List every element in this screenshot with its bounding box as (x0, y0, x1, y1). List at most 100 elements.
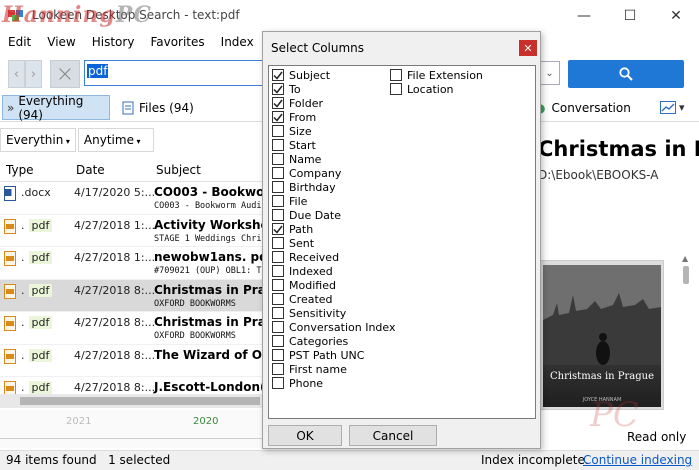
column-option-location[interactable]: Location (390, 82, 483, 96)
column-date[interactable]: Date (70, 160, 150, 181)
checkbox-label: Categories (289, 334, 349, 348)
column-option-categories[interactable]: Categories (272, 334, 396, 348)
column-option-path[interactable]: Path (272, 222, 396, 236)
search-input[interactable]: pdf (84, 60, 264, 86)
checkbox-icon[interactable] (272, 321, 284, 333)
column-option-to[interactable]: To (272, 82, 396, 96)
results-horizontal-scrollbar[interactable] (0, 394, 262, 408)
table-row-selected[interactable]: .pdf 4/27/2018 8:... Christmas in Prague… (0, 279, 262, 312)
checkbox-icon[interactable] (272, 251, 284, 263)
column-option-sensitivity[interactable]: Sensitivity (272, 306, 396, 320)
checkbox-icon[interactable] (272, 153, 284, 165)
checkbox-icon[interactable] (272, 335, 284, 347)
table-row[interactable]: . pdf 4/27/2018 1:... newobw1ans. pdf #70… (0, 247, 262, 280)
column-option-name[interactable]: Name (272, 152, 396, 166)
column-option-start[interactable]: Start (272, 138, 396, 152)
checkbox-icon[interactable] (272, 349, 284, 361)
menu-history[interactable]: History (84, 31, 143, 55)
pdf-file-icon (4, 348, 16, 364)
clear-search-button[interactable]: × (50, 60, 80, 88)
column-option-file-extension[interactable]: File Extension (390, 68, 483, 82)
checkbox-icon[interactable] (272, 139, 284, 151)
column-option-subject[interactable]: Subject (272, 68, 396, 82)
column-type[interactable]: Type (0, 160, 70, 181)
cancel-button[interactable]: Cancel (349, 425, 437, 446)
checkbox-icon[interactable] (272, 307, 284, 319)
table-row[interactable]: .pdf 4/27/2018 8:... The Wizard of Oz [2 (0, 345, 262, 377)
column-option-pst-path-unc[interactable]: PST Path UNC (272, 348, 396, 362)
chevron-down-icon: ▾ (133, 137, 141, 146)
menu-edit[interactable]: Edit (0, 31, 39, 55)
continue-indexing-link[interactable]: Continue indexing (583, 453, 692, 467)
chevron-down-icon: ⌄ (545, 67, 554, 79)
table-row[interactable]: .pdf 4/27/2018 8:... Christmas in Prague… (0, 312, 262, 345)
checkbox-icon[interactable] (272, 363, 284, 375)
timeline[interactable]: 2021 2020 (0, 410, 262, 448)
column-option-folder[interactable]: Folder (272, 96, 396, 110)
column-option-sent[interactable]: Sent (272, 236, 396, 250)
checkbox-icon[interactable] (272, 293, 284, 305)
scrollbar-thumb[interactable] (20, 397, 260, 405)
tab-everything[interactable]: » Everything (94) (2, 94, 110, 122)
column-option-indexed[interactable]: Indexed (272, 264, 396, 278)
read-only-label: Read only (627, 430, 687, 444)
column-option-phone[interactable]: Phone (272, 376, 396, 390)
tab-files[interactable]: Files (94) (122, 95, 194, 120)
checkbox-icon[interactable] (272, 265, 284, 277)
checkbox-checked-icon[interactable] (272, 97, 284, 109)
checkbox-icon[interactable] (390, 83, 402, 95)
type-filter-dropdown[interactable]: Everythin ▾ (0, 128, 76, 152)
menu-index[interactable]: Index (213, 31, 262, 55)
checkbox-checked-icon[interactable] (272, 83, 284, 95)
scroll-up-icon[interactable]: ▲ (682, 254, 688, 263)
column-option-created[interactable]: Created (272, 292, 396, 306)
checkbox-checked-icon[interactable] (272, 223, 284, 235)
minimize-icon[interactable]: — (561, 0, 607, 31)
checkbox-label: First name (289, 362, 347, 376)
column-option-size[interactable]: Size (272, 124, 396, 138)
search-history-dropdown[interactable]: ⌄ (540, 61, 560, 85)
maximize-icon[interactable]: ☐ (607, 0, 653, 31)
preview-vertical-scrollbar[interactable]: ▲ (682, 254, 690, 412)
tab-conversation[interactable]: ● Conversation (535, 95, 631, 120)
column-subject[interactable]: Subject (150, 160, 207, 181)
column-option-from[interactable]: From (272, 110, 396, 124)
table-row[interactable]: .pdf 4/27/2018 8:... J.Escott-London(O (0, 377, 262, 394)
close-icon[interactable]: ✕ (653, 0, 699, 31)
column-option-company[interactable]: Company (272, 166, 396, 180)
checkbox-icon[interactable] (272, 181, 284, 193)
column-option-modified[interactable]: Modified (272, 278, 396, 292)
table-row[interactable]: .pdf 4/27/2018 1:... Activity Workshee S… (0, 215, 262, 247)
scrollbar-thumb[interactable] (683, 266, 689, 284)
columns-checkbox-list: Subject To Folder From Size Start Name Company B… (268, 65, 536, 419)
checkbox-icon[interactable] (272, 195, 284, 207)
ok-button[interactable]: OK (268, 425, 342, 446)
dialog-close-button[interactable]: ✕ (519, 40, 537, 56)
view-options-button[interactable]: ▾ (660, 95, 685, 120)
checkbox-checked-icon[interactable] (272, 111, 284, 123)
menu-favorites[interactable]: Favorites (142, 31, 212, 55)
search-button[interactable] (568, 60, 684, 88)
column-option-received[interactable]: Received (272, 250, 396, 264)
checkbox-checked-icon[interactable] (272, 69, 284, 81)
back-icon[interactable]: ‹ (8, 60, 25, 88)
column-option-due-date[interactable]: Due Date (272, 208, 396, 222)
column-option-first-name[interactable]: First name (272, 362, 396, 376)
forward-icon[interactable]: › (25, 60, 42, 88)
checkbox-icon[interactable] (272, 279, 284, 291)
dialog-title: Select Columns (271, 41, 365, 55)
table-row[interactable]: .docx 4/17/2020 5:... CO003 - Bookworm C… (0, 182, 262, 215)
checkbox-icon[interactable] (272, 209, 284, 221)
checkbox-icon[interactable] (272, 167, 284, 179)
menu-view[interactable]: View (39, 31, 83, 55)
chart-icon (660, 101, 676, 114)
column-option-birthday[interactable]: Birthday (272, 180, 396, 194)
pdf-file-icon (4, 381, 16, 394)
column-option-file[interactable]: File (272, 194, 396, 208)
checkbox-icon[interactable] (272, 125, 284, 137)
column-option-conversation-index[interactable]: Conversation Index (272, 320, 396, 334)
checkbox-icon[interactable] (272, 377, 284, 389)
checkbox-icon[interactable] (272, 237, 284, 249)
time-filter-dropdown[interactable]: Anytime ▾ (77, 128, 154, 152)
checkbox-icon[interactable] (390, 69, 402, 81)
